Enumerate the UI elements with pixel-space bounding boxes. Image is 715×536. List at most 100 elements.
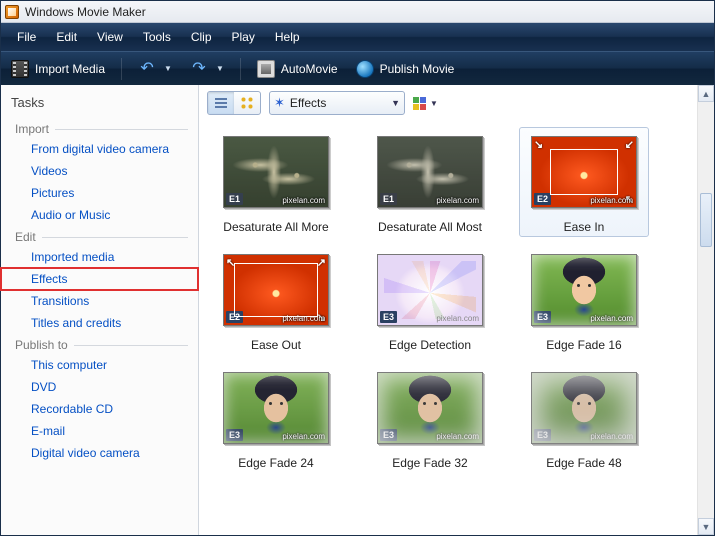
effect-item-ease-out[interactable]: ↖↗↙↘ E2 pixelan.com Ease Out (211, 245, 341, 355)
app-title: Windows Movie Maker (25, 5, 146, 19)
effect-thumbnail: E3 pixelan.com (377, 254, 483, 326)
effect-badge: E3 (380, 429, 397, 441)
menu-file[interactable]: File (7, 25, 46, 49)
menu-clip[interactable]: Clip (181, 25, 222, 49)
effect-item-desaturate-all-more[interactable]: E1 pixelan.com Desaturate All More (211, 127, 341, 237)
globe-icon (356, 60, 374, 78)
chevron-down-icon: ▼ (216, 64, 224, 73)
effect-item-edge-fade-24[interactable]: E3 pixelan.com Edge Fade 24 (211, 363, 341, 473)
menu-view[interactable]: View (87, 25, 133, 49)
task-link-this-computer[interactable]: This computer (1, 354, 198, 376)
watermark: pixelan.com (436, 196, 479, 205)
toolbar: Import Media ▼ ▼ AutoMovie Publish Movie (1, 51, 714, 85)
effect-label: Desaturate All Most (369, 220, 491, 234)
app-icon (5, 5, 19, 19)
tasks-group-publish: Publish to (1, 334, 198, 354)
effect-item-edge-fade-32[interactable]: E3 pixelan.com Edge Fade 32 (365, 363, 495, 473)
title-bar: Windows Movie Maker (1, 1, 714, 23)
chevron-down-icon: ▼ (391, 98, 400, 108)
effect-badge: E3 (226, 429, 243, 441)
task-link-effects[interactable]: Effects (1, 268, 198, 290)
task-link-camera[interactable]: From digital video camera (1, 138, 198, 160)
effect-item-edge-fade-48[interactable]: E3 pixelan.com Edge Fade 48 (519, 363, 649, 473)
effect-thumbnail: ↖↗↙↘ E2 pixelan.com (223, 254, 329, 326)
undo-button[interactable]: ▼ (134, 57, 176, 81)
effect-item-edge-detection[interactable]: E3 pixelan.com Edge Detection (365, 245, 495, 355)
chevron-down-icon: ▼ (430, 99, 438, 108)
effect-badge: E3 (380, 311, 397, 323)
collection-combo-label: Effects (290, 96, 386, 110)
star-icon: ✶ (274, 95, 285, 111)
scroll-thumb[interactable] (700, 193, 712, 247)
tasks-heading: Tasks (1, 91, 198, 118)
effect-item-edge-fade-16[interactable]: E3 pixelan.com Edge Fade 16 (519, 245, 649, 355)
effect-thumbnail: E1 pixelan.com (223, 136, 329, 208)
task-link-dvcam[interactable]: Digital video camera (1, 442, 198, 464)
effect-badge: E3 (534, 429, 551, 441)
watermark: pixelan.com (282, 314, 325, 323)
import-media-button[interactable]: Import Media (7, 57, 109, 81)
scroll-up-button[interactable]: ▲ (698, 85, 714, 102)
watermark: pixelan.com (590, 432, 633, 441)
content-pane: ✶ Effects ▼ ▼ E1 pixelan.com Desaturate … (199, 85, 714, 535)
effect-item-desaturate-all-most[interactable]: E1 pixelan.com Desaturate All Most (365, 127, 495, 237)
menu-bar: File Edit View Tools Clip Play Help (1, 23, 714, 51)
toolbar-separator (121, 58, 122, 80)
effect-item-ease-in[interactable]: ↘↙↗↖ E2 pixelan.com Ease In (519, 127, 649, 237)
task-link-imported[interactable]: Imported media (1, 246, 198, 268)
film-icon (11, 60, 29, 78)
chevron-down-icon: ▼ (164, 64, 172, 73)
task-link-pictures[interactable]: Pictures (1, 182, 198, 204)
task-link-dvd[interactable]: DVD (1, 376, 198, 398)
automovie-icon (257, 60, 275, 78)
watermark: pixelan.com (282, 432, 325, 441)
menu-edit[interactable]: Edit (46, 25, 87, 49)
view-thumbnails-button[interactable] (234, 92, 260, 114)
task-link-email[interactable]: E-mail (1, 420, 198, 442)
import-media-label: Import Media (35, 62, 105, 76)
view-toggle (207, 91, 261, 115)
automovie-label: AutoMovie (281, 62, 338, 76)
watermark: pixelan.com (282, 196, 325, 205)
publish-label: Publish Movie (380, 62, 455, 76)
undo-icon (138, 60, 156, 78)
effect-label: Edge Fade 16 (523, 338, 645, 352)
task-link-videos[interactable]: Videos (1, 160, 198, 182)
effect-badge: E3 (534, 311, 551, 323)
vertical-scrollbar[interactable]: ▲ ▼ (697, 85, 714, 535)
watermark: pixelan.com (436, 314, 479, 323)
effect-thumbnail: E3 pixelan.com (377, 372, 483, 444)
toolbar-separator (240, 58, 241, 80)
menu-play[interactable]: Play (222, 25, 265, 49)
effect-thumbnail: ↘↙↗↖ E2 pixelan.com (531, 136, 637, 208)
task-link-transitions[interactable]: Transitions (1, 290, 198, 312)
effects-grid: E1 pixelan.com Desaturate All More E1 pi… (199, 121, 714, 535)
effect-thumbnail: E3 pixelan.com (531, 372, 637, 444)
publish-movie-button[interactable]: Publish Movie (352, 57, 459, 81)
grid-icon (413, 97, 426, 110)
effect-badge: E2 (226, 311, 243, 323)
thumbnail-size-button[interactable]: ▼ (413, 92, 435, 114)
menu-help[interactable]: Help (265, 25, 310, 49)
menu-tools[interactable]: Tools (133, 25, 181, 49)
tasks-group-edit: Edit (1, 226, 198, 246)
tasks-pane: Tasks Import From digital video camera V… (1, 85, 199, 535)
redo-icon (190, 60, 208, 78)
tasks-group-import: Import (1, 118, 198, 138)
effect-thumbnail: E3 pixelan.com (223, 372, 329, 444)
redo-button[interactable]: ▼ (186, 57, 228, 81)
task-link-cd[interactable]: Recordable CD (1, 398, 198, 420)
effect-label: Ease Out (215, 338, 337, 352)
effect-label: Edge Fade 48 (523, 456, 645, 470)
task-link-audio[interactable]: Audio or Music (1, 204, 198, 226)
effect-thumbnail: E1 pixelan.com (377, 136, 483, 208)
scroll-down-button[interactable]: ▼ (698, 518, 714, 535)
view-details-button[interactable] (208, 92, 234, 114)
collection-combo[interactable]: ✶ Effects ▼ (269, 91, 405, 115)
task-link-titles[interactable]: Titles and credits (1, 312, 198, 334)
automovie-button[interactable]: AutoMovie (253, 57, 342, 81)
effect-label: Edge Fade 24 (215, 456, 337, 470)
watermark: pixelan.com (590, 314, 633, 323)
watermark: pixelan.com (590, 196, 633, 205)
effect-thumbnail: E3 pixelan.com (531, 254, 637, 326)
